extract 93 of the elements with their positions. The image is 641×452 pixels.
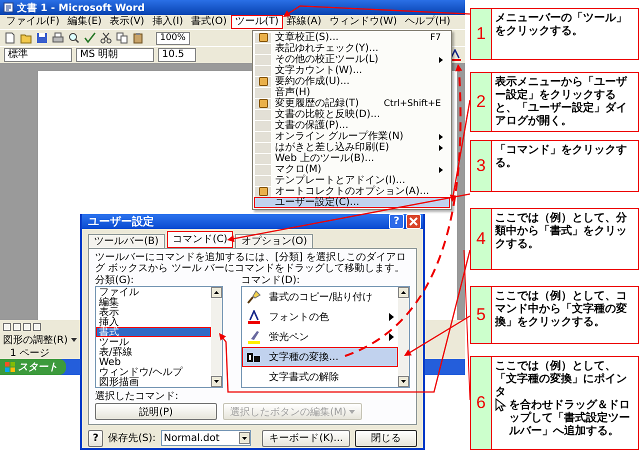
font-field[interactable]: MS 明朝 [76,48,154,62]
category-item[interactable]: 挿入 [96,317,211,327]
menu-item[interactable]: 文書の比較と反映(D)... [254,109,450,120]
menu-item[interactable]: 音声(H) [254,87,450,98]
folder-icon[interactable] [20,32,32,44]
page-icon[interactable] [4,32,16,44]
menu-item[interactable]: 文字カウント(W)... [254,65,450,76]
command-item[interactable]: 書式のコピー/貼り付け [242,287,398,307]
step-number: 1 [471,9,492,59]
category-item[interactable]: ツール [96,337,211,347]
instruction-text: ツールバーにコマンドを追加するには、[分類] を選択しこのダイアログ ボックスから ツール バーにコマンドをドラッグして移動します。 [95,252,407,274]
commands-label: コマンド(D): [241,275,301,286]
clipboard-icon[interactable] [132,32,144,44]
windows-logo-icon [5,362,15,372]
callout-text: ここでは（例）として、「文字種の変換」にポインタ [495,359,628,398]
scroll-down-button[interactable] [398,376,409,387]
magnifier-icon[interactable] [68,32,80,44]
category-item[interactable]: 表/罫線 [96,347,211,357]
callout-text: 表示メニューから「ユーザー設定」をクリックすると、「ユーザー設定」ダイアログが開く。 [495,75,628,127]
scissors-icon[interactable] [100,32,112,44]
callout-text: 「コマンド」をクリックする。 [495,143,628,169]
help-button[interactable]: ? [88,430,104,446]
step-number: 4 [471,209,492,269]
selected-command-label: 選択したコマンド: [95,391,180,402]
zoom-field[interactable]: 100% [156,32,190,44]
help-button[interactable]: ? [389,214,404,229]
style-field[interactable]: 標準 [4,48,72,62]
close-dialog-button[interactable]: 閉じる [355,430,417,446]
category-item[interactable]: 図形描画 [96,377,211,387]
start-button[interactable]: スタート [0,359,66,375]
printer-icon[interactable] [52,32,64,44]
step-number: 6 [471,357,492,449]
scroll-up-button[interactable] [398,287,409,298]
category-item[interactable]: Web [96,357,211,367]
status-page: 1 ページ [10,347,50,360]
menu-item[interactable]: その他の校正ツール(L) [254,54,450,65]
copy-icon[interactable] [116,32,128,44]
menu-item[interactable]: Web 上のツール(B)... [254,153,450,164]
save-in-dropdown[interactable]: Normal.dot [160,430,252,446]
menu-bar-item[interactable]: 表示(V) [106,15,148,29]
close-button[interactable] [406,214,421,229]
category-item[interactable]: 編集 [96,297,211,307]
keyboard-button[interactable]: キーボード(K)... [262,430,350,446]
step-number: 2 [471,73,492,131]
callout-text: ここでは（例）として、分類中から「書式」をクリックする。 [495,211,628,250]
step-number: 5 [471,287,492,343]
category-item[interactable]: ウィンドウ/ヘルプ [96,367,211,377]
checkmark-icon[interactable] [84,32,96,44]
menu-bar-item[interactable]: ツール(T) [230,15,283,29]
step-number: 3 [471,141,492,191]
dialog-button[interactable]: 説明(P) [95,403,217,420]
tab[interactable]: ツールバー(B) [88,234,165,248]
menu-bar-item[interactable]: 挿入(I) [148,15,188,29]
menu-bar-item[interactable]: ヘルプ(H) [401,15,454,29]
command-item[interactable]: 蛍光ペン [242,327,398,347]
tab[interactable]: コマンド(C) [166,231,234,248]
menu-bar-item[interactable]: 書式(O) [187,15,231,29]
menu-item[interactable]: 変更履歴の記録(T) Ctrl+Shift+E [254,98,450,109]
category-item[interactable]: 表示 [96,307,211,317]
font-size-field[interactable]: 10.5 [158,48,196,62]
menu-item[interactable]: 要約の作成(U)... [254,76,450,87]
callout-text: を合わせドラッグ＆ドロップして「書式設定ツールバー」へ追加する。 [509,398,631,437]
draw-menu-button[interactable]: 図形の調整(R) [3,333,68,347]
callout-text: メニューバーの「ツール」をクリックする。 [495,11,628,37]
document-icon [3,2,14,13]
pointer-icon [495,398,507,412]
command-item[interactable]: 文字種の変換... [242,347,398,367]
menu-bar-item[interactable]: ファイル(F) [2,15,64,29]
menu-bar-item[interactable]: ウィンドウ(W) [325,15,402,29]
menu-bar-item[interactable]: 罫線(A) [282,15,326,29]
command-item[interactable]: 文字書式の解除 [242,367,398,387]
menu-item[interactable]: 文章校正(S)... F7 [254,32,450,43]
menu-item[interactable]: オンライン グループ作業(N) [254,131,450,142]
menu-item[interactable]: 表記ゆれチェック(Y)... [254,43,450,54]
scroll-up-button[interactable] [211,287,222,298]
command-item[interactable]: フォントの色 [242,307,398,327]
menu-item[interactable]: テンプレートとアドイン(I)... [254,175,450,186]
callout-text: ここでは（例）として、コマンド中から「文字種の変換」をクリックする。 [495,289,628,328]
menu-item[interactable]: ユーザー設定(C)... [254,197,450,208]
menu-bar-item[interactable]: 編集(E) [64,15,106,29]
categories-label: 分類(G): [95,275,135,286]
category-item[interactable]: ファイル [96,287,211,297]
save-in-label: 保存先(S): [108,432,156,444]
menu-item[interactable]: オートコレクトのオプション(A)... [254,186,450,197]
window-title: 文書 1 - Microsoft Word [17,2,145,14]
menu-item[interactable]: 文書の保護(P)... [254,120,450,131]
scroll-down-button[interactable] [211,376,222,387]
category-item[interactable]: 書式 [96,327,211,337]
caret-icon [70,338,77,342]
dialog-title: ユーザー設定 [88,214,155,229]
menu-item[interactable]: はがきと差し込み印刷(E) [254,142,450,153]
menu-item[interactable]: マクロ(M) [254,164,450,175]
tab[interactable]: オプション(O) [235,234,314,248]
